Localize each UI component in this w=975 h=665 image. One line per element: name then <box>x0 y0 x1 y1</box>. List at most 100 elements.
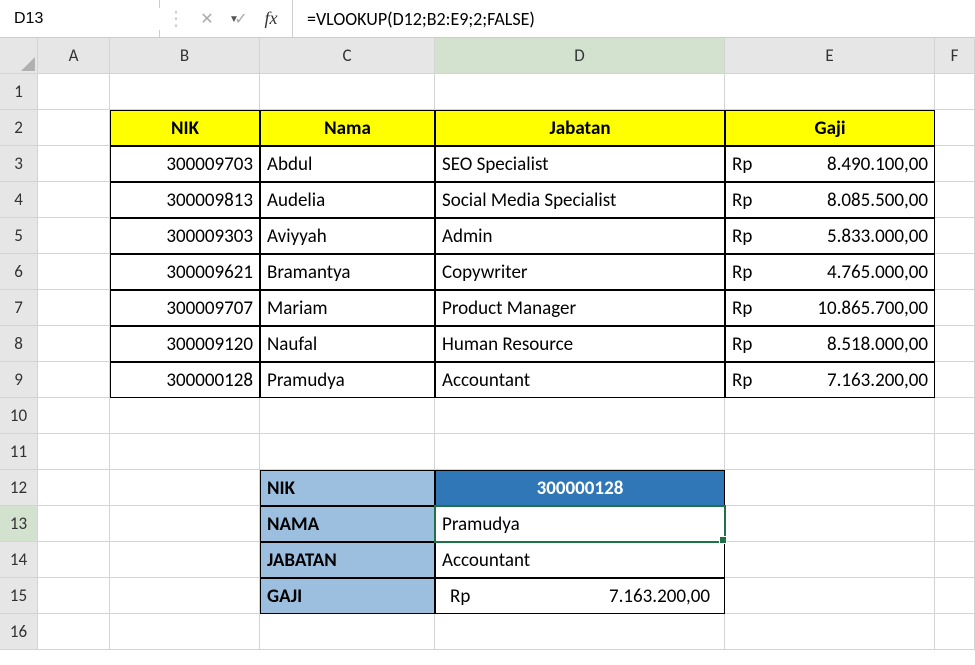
cell-D11[interactable] <box>435 434 725 470</box>
cell-E8[interactable]: Rp8.518.000,00 <box>725 326 935 362</box>
cell-F8[interactable] <box>935 326 975 362</box>
cell-F5[interactable] <box>935 218 975 254</box>
cell-A4[interactable] <box>38 182 110 218</box>
cell-E12[interactable] <box>725 470 935 506</box>
cell-F3[interactable] <box>935 146 975 182</box>
row-header-1[interactable]: 1 <box>0 74 38 110</box>
cell-D9[interactable]: Accountant <box>435 362 725 398</box>
cell-C9[interactable]: Pramudya <box>260 362 435 398</box>
cell-F12[interactable] <box>935 470 975 506</box>
cell-A13[interactable] <box>38 506 110 542</box>
cell-B14[interactable] <box>110 542 260 578</box>
col-header-B[interactable]: B <box>110 38 260 74</box>
cell-B16[interactable] <box>110 614 260 650</box>
row-header-3[interactable]: 3 <box>0 146 38 182</box>
cell-F4[interactable] <box>935 182 975 218</box>
cell-C8[interactable]: Naufal <box>260 326 435 362</box>
cell-A7[interactable] <box>38 290 110 326</box>
cell-E16[interactable] <box>725 614 935 650</box>
cell-B9[interactable]: 300000128 <box>110 362 260 398</box>
row-header-15[interactable]: 15 <box>0 578 38 614</box>
fx-icon[interactable]: fx <box>258 8 292 29</box>
cell-F16[interactable] <box>935 614 975 650</box>
cell-A5[interactable] <box>38 218 110 254</box>
cell-E4[interactable]: Rp8.085.500,00 <box>725 182 935 218</box>
cell-E14[interactable] <box>725 542 935 578</box>
cell-C13[interactable]: NAMA <box>260 506 435 542</box>
cell-F7[interactable] <box>935 290 975 326</box>
row-header-8[interactable]: 8 <box>0 326 38 362</box>
cell-F6[interactable] <box>935 254 975 290</box>
cell-A6[interactable] <box>38 254 110 290</box>
cell-B15[interactable] <box>110 578 260 614</box>
cell-F15[interactable] <box>935 578 975 614</box>
cell-E2[interactable]: Gaji <box>725 110 935 146</box>
cell-E5[interactable]: Rp5.833.000,00 <box>725 218 935 254</box>
cell-A16[interactable] <box>38 614 110 650</box>
cell-E10[interactable] <box>725 398 935 434</box>
cell-C4[interactable]: Audelia <box>260 182 435 218</box>
accept-icon[interactable]: ✓ <box>224 9 258 29</box>
col-header-E[interactable]: E <box>725 38 935 74</box>
col-header-C[interactable]: C <box>260 38 435 74</box>
row-header-2[interactable]: 2 <box>0 110 38 146</box>
cell-A11[interactable] <box>38 434 110 470</box>
cell-B12[interactable] <box>110 470 260 506</box>
cell-C6[interactable]: Bramantya <box>260 254 435 290</box>
cell-A3[interactable] <box>38 146 110 182</box>
cell-D10[interactable] <box>435 398 725 434</box>
cell-E11[interactable] <box>725 434 935 470</box>
cell-E15[interactable] <box>725 578 935 614</box>
cell-B6[interactable]: 300009621 <box>110 254 260 290</box>
cell-A12[interactable] <box>38 470 110 506</box>
cell-D15[interactable]: Rp7.163.200,00 <box>435 578 725 614</box>
cell-E7[interactable]: Rp10.865.700,00 <box>725 290 935 326</box>
cell-A14[interactable] <box>38 542 110 578</box>
select-all-corner[interactable] <box>0 38 38 74</box>
cell-B1[interactable] <box>110 74 260 110</box>
cell-B3[interactable]: 300009703 <box>110 146 260 182</box>
cell-E6[interactable]: Rp4.765.000,00 <box>725 254 935 290</box>
cancel-icon[interactable]: ✕ <box>190 9 224 29</box>
cell-E9[interactable]: Rp7.163.200,00 <box>725 362 935 398</box>
row-header-9[interactable]: 9 <box>0 362 38 398</box>
cell-F9[interactable] <box>935 362 975 398</box>
col-header-A[interactable]: A <box>38 38 110 74</box>
col-header-F[interactable]: F <box>935 38 975 74</box>
cell-C12[interactable]: NIK <box>260 470 435 506</box>
row-header-13[interactable]: 13 <box>0 506 38 542</box>
cell-D14[interactable]: Accountant <box>435 542 725 578</box>
cell-C2[interactable]: Nama <box>260 110 435 146</box>
cell-E1[interactable] <box>725 74 935 110</box>
cell-C16[interactable] <box>260 614 435 650</box>
cell-D2[interactable]: Jabatan <box>435 110 725 146</box>
cell-B8[interactable]: 300009120 <box>110 326 260 362</box>
cell-A2[interactable] <box>38 110 110 146</box>
cell-C3[interactable]: Abdul <box>260 146 435 182</box>
cell-D12[interactable]: 300000128 <box>435 470 725 506</box>
cell-C14[interactable]: JABATAN <box>260 542 435 578</box>
cell-A15[interactable] <box>38 578 110 614</box>
cell-B13[interactable] <box>110 506 260 542</box>
cell-F1[interactable] <box>935 74 975 110</box>
cell-D6[interactable]: Copywriter <box>435 254 725 290</box>
cell-B4[interactable]: 300009813 <box>110 182 260 218</box>
cell-D4[interactable]: Social Media Specialist <box>435 182 725 218</box>
formula-input[interactable]: =VLOOKUP(D12;B2:E9;2;FALSE) <box>292 0 975 37</box>
cell-A1[interactable] <box>38 74 110 110</box>
cell-C1[interactable] <box>260 74 435 110</box>
row-header-5[interactable]: 5 <box>0 218 38 254</box>
row-header-10[interactable]: 10 <box>0 398 38 434</box>
cell-B5[interactable]: 300009303 <box>110 218 260 254</box>
cell-C11[interactable] <box>260 434 435 470</box>
row-header-7[interactable]: 7 <box>0 290 38 326</box>
cell-D5[interactable]: Admin <box>435 218 725 254</box>
row-header-6[interactable]: 6 <box>0 254 38 290</box>
row-header-14[interactable]: 14 <box>0 542 38 578</box>
cell-D8[interactable]: Human Resource <box>435 326 725 362</box>
formula-bar-handle-icon[interactable]: ⋮ <box>160 13 190 25</box>
cell-D1[interactable] <box>435 74 725 110</box>
cell-D16[interactable] <box>435 614 725 650</box>
row-header-16[interactable]: 16 <box>0 614 38 650</box>
cell-F11[interactable] <box>935 434 975 470</box>
